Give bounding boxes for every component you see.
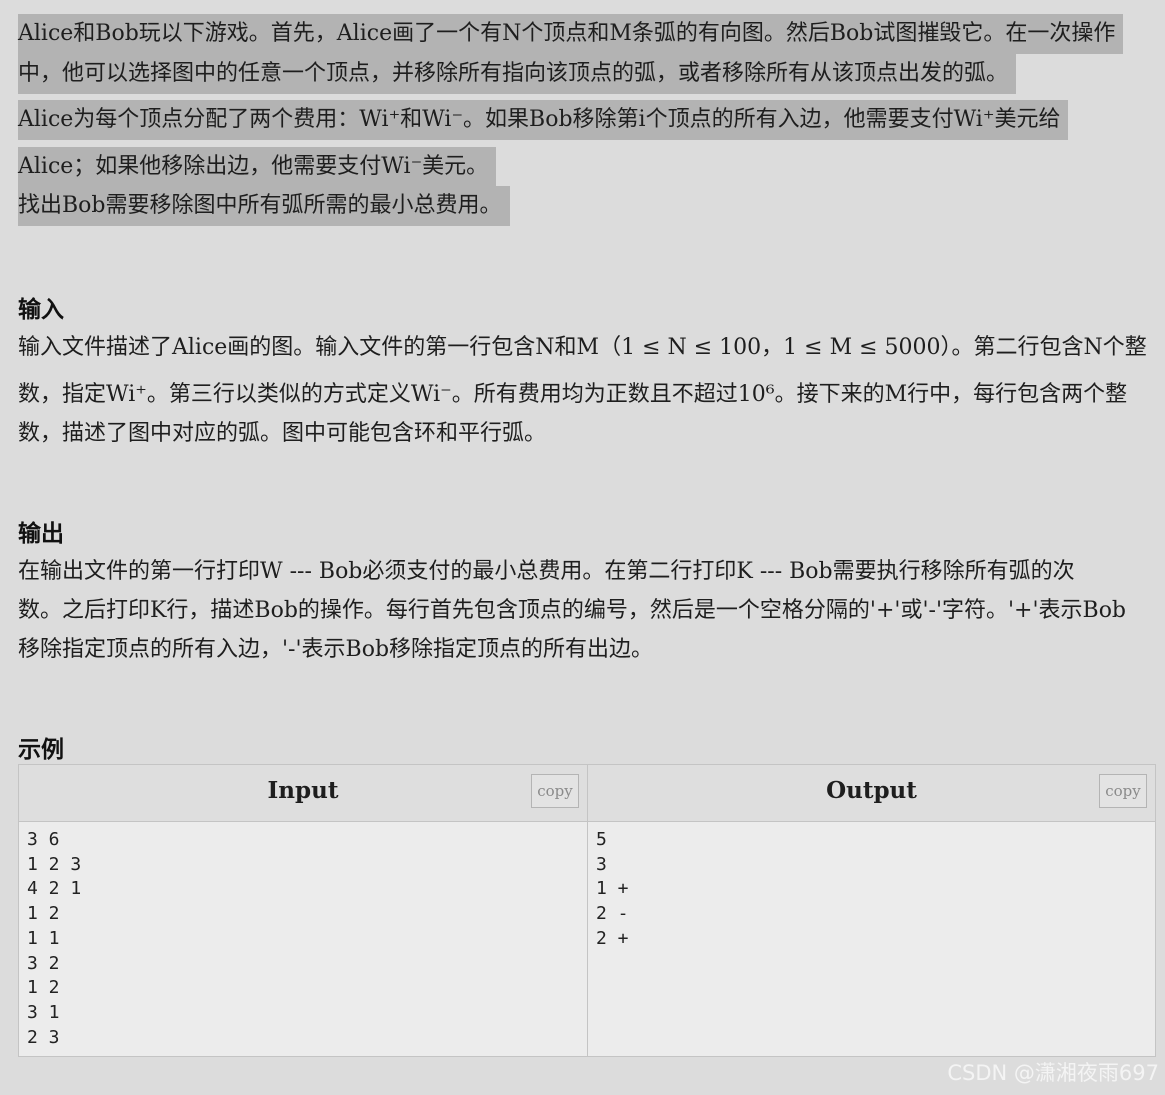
copy-output-button[interactable]: copy (1099, 774, 1147, 808)
watermark: CSDN @潇湘夜雨697 (947, 1061, 1159, 1085)
input-column-header: Input copy (19, 765, 587, 822)
output-line-2: 数。之后打印K行，描述Bob的操作。每行首先包含顶点的编号，然后是一个空格分隔的… (18, 598, 1127, 623)
description-line-5: 找出Bob需要移除图中所有弧所需的最小总费用。 (18, 186, 510, 226)
example-table: Input copy 3 6 1 2 3 4 2 1 1 2 1 1 3 2 1… (18, 764, 1156, 1057)
input-line-3: 数，描述了图中对应的弧。图中可能包含环和平行弧。 (18, 421, 547, 446)
output-column: Output copy 5 3 1 + 2 - 2 + (588, 765, 1155, 1056)
example-heading: 示例 (18, 737, 64, 763)
input-column-title: Input (267, 777, 339, 804)
description-line-2: 中，他可以选择图中的任意一个顶点，并移除所有指向该顶点的弧，或者移除所有从该顶点… (18, 54, 1017, 94)
example-output-text: 5 3 1 + 2 - 2 + (596, 829, 629, 949)
input-heading: 输入 (18, 297, 64, 323)
input-line-1: 输入文件描述了Alice画的图。输入文件的第一行包含N和M（1 ≤ N ≤ 10… (18, 335, 1147, 360)
output-column-header: Output copy (588, 765, 1155, 822)
input-line-2: 数，指定Wi⁺。第三行以类似的方式定义Wi⁻。所有费用均为正数且不超过10⁶。接… (18, 382, 1128, 407)
example-input-text: 3 6 1 2 3 4 2 1 1 2 1 1 3 2 1 2 3 1 2 3 (27, 829, 82, 1048)
copy-input-button[interactable]: copy (531, 774, 579, 808)
description-line-3: Alice为每个顶点分配了两个费用：Wi⁺和Wi⁻。如果Bob移除第i个顶点的所… (18, 100, 1069, 140)
output-heading: 输出 (18, 521, 64, 547)
description-line-4: Alice；如果他移除出边，他需要支付Wi⁻美元。 (18, 147, 497, 187)
input-column: Input copy 3 6 1 2 3 4 2 1 1 2 1 1 3 2 1… (19, 765, 588, 1056)
output-line-3: 移除指定顶点的所有入边，'-'表示Bob移除指定顶点的所有出边。 (18, 637, 654, 662)
output-line-1: 在输出文件的第一行打印W --- Bob必须支付的最小总费用。在第二行打印K -… (18, 559, 1075, 584)
description-line-1: Alice和Bob玩以下游戏。首先，Alice画了一个有N个顶点和M条弧的有向图… (18, 14, 1124, 54)
output-column-title: Output (826, 777, 917, 804)
